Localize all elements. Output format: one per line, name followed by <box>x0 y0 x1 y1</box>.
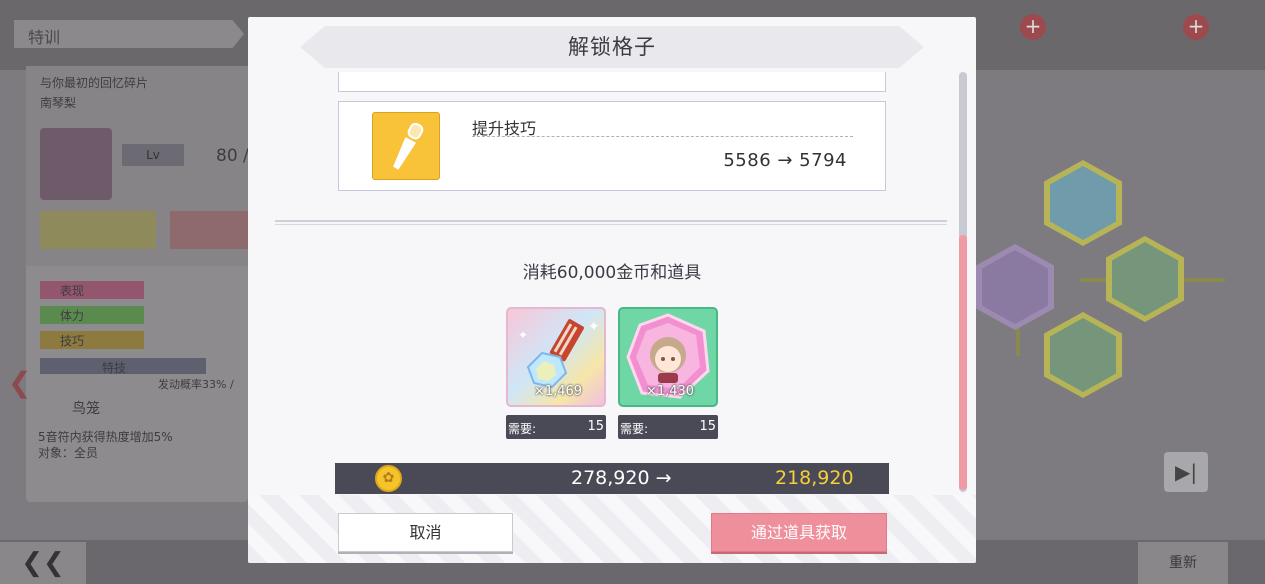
plus-icon[interactable]: + <box>1183 14 1209 40</box>
need-value: 15 <box>699 419 716 434</box>
skip-icon[interactable]: ▶| <box>1164 452 1208 492</box>
scrollbar-thumb[interactable] <box>959 235 967 490</box>
card-name: 与你最初的回忆碎片 <box>40 76 149 90</box>
required-item[interactable]: ✦ ✦ ×1,469 需要: 15 <box>506 307 606 439</box>
coin-before: 278,920 → <box>571 467 672 489</box>
skill-value-change: 5586 → 5794 <box>723 150 847 171</box>
unlock-dialog: 解锁格子 提升技巧 5586 → 5794 消耗60,000金币和道具 ✦ ✦ … <box>248 17 976 563</box>
need-label: 需要: <box>508 422 537 436</box>
character-crystal-icon[interactable]: ×1,430 <box>618 307 718 407</box>
card-member: 南琴梨 <box>40 96 77 110</box>
screen-title: 特训 <box>14 20 244 48</box>
ability-desc: 5音符内获得热度增加5% <box>38 430 173 444</box>
dialog-title: 解锁格子 <box>568 35 656 59</box>
stat-appeal: 表现 <box>40 281 144 299</box>
microphone-icon <box>372 112 440 180</box>
obtain-via-items-button[interactable]: 通过道具获取 <box>711 513 887 552</box>
bg-button-yellow[interactable] <box>40 211 156 249</box>
gold-coin-icon: ✿ <box>375 465 402 492</box>
svg-text:✦: ✦ <box>588 319 600 335</box>
level-value: 80 / <box>216 146 249 166</box>
section-divider <box>275 220 947 222</box>
item-owned-count: ×1,469 <box>533 384 583 399</box>
hex-node-current[interactable] <box>976 244 1054 330</box>
hex-node-individuality[interactable] <box>1106 236 1184 322</box>
stat-stamina: 体力 <box>40 306 144 324</box>
previous-skill-card <box>338 72 886 92</box>
required-item[interactable]: ×1,430 需要: 15 <box>618 307 718 439</box>
ability-name: 鸟笼 <box>72 401 100 417</box>
dotted-divider <box>472 136 853 137</box>
svg-text:✦: ✦ <box>518 328 528 342</box>
skill-desc: 发动概率33% / <box>158 378 234 391</box>
skill-upgrade-card: 提升技巧 5586 → 5794 <box>338 101 886 191</box>
coin-change-bar: ✿ 278,920 → 218,920 <box>335 463 889 494</box>
bg-button-pink[interactable] <box>170 211 248 249</box>
hex-node-individuality[interactable] <box>1044 312 1122 398</box>
dialog-scroll-area[interactable]: 提升技巧 5586 → 5794 消耗60,000金币和道具 ✦ ✦ ×1,46… <box>248 72 976 507</box>
plus-icon[interactable]: + <box>1020 14 1046 40</box>
need-value: 15 <box>587 419 604 434</box>
card-avatar[interactable] <box>40 128 112 200</box>
stat-technique: 技巧 <box>40 331 144 349</box>
crystal-torch-icon[interactable]: ✦ ✦ ×1,469 <box>506 307 606 407</box>
item-owned-count: ×1,430 <box>645 384 695 399</box>
need-label: 需要: <box>620 422 649 436</box>
skill-bar: 特技 <box>40 358 206 375</box>
left-arrow-icon[interactable]: ❮ <box>8 366 31 399</box>
level-label: Lv <box>122 144 184 166</box>
back-button[interactable]: ❮❮ <box>0 542 86 584</box>
cancel-button[interactable]: 取消 <box>338 513 513 552</box>
section-divider <box>275 224 947 225</box>
item-requirement: 需要: 15 <box>618 415 718 439</box>
ability-target: 对象：全员 <box>38 446 99 460</box>
hex-node-skill[interactable] <box>1044 160 1122 246</box>
coin-after: 218,920 <box>775 467 854 489</box>
right-bottom-button[interactable]: 重新 <box>1138 542 1228 584</box>
cost-text: 消耗60,000金币和道具 <box>522 263 702 283</box>
item-requirement: 需要: 15 <box>506 415 606 439</box>
